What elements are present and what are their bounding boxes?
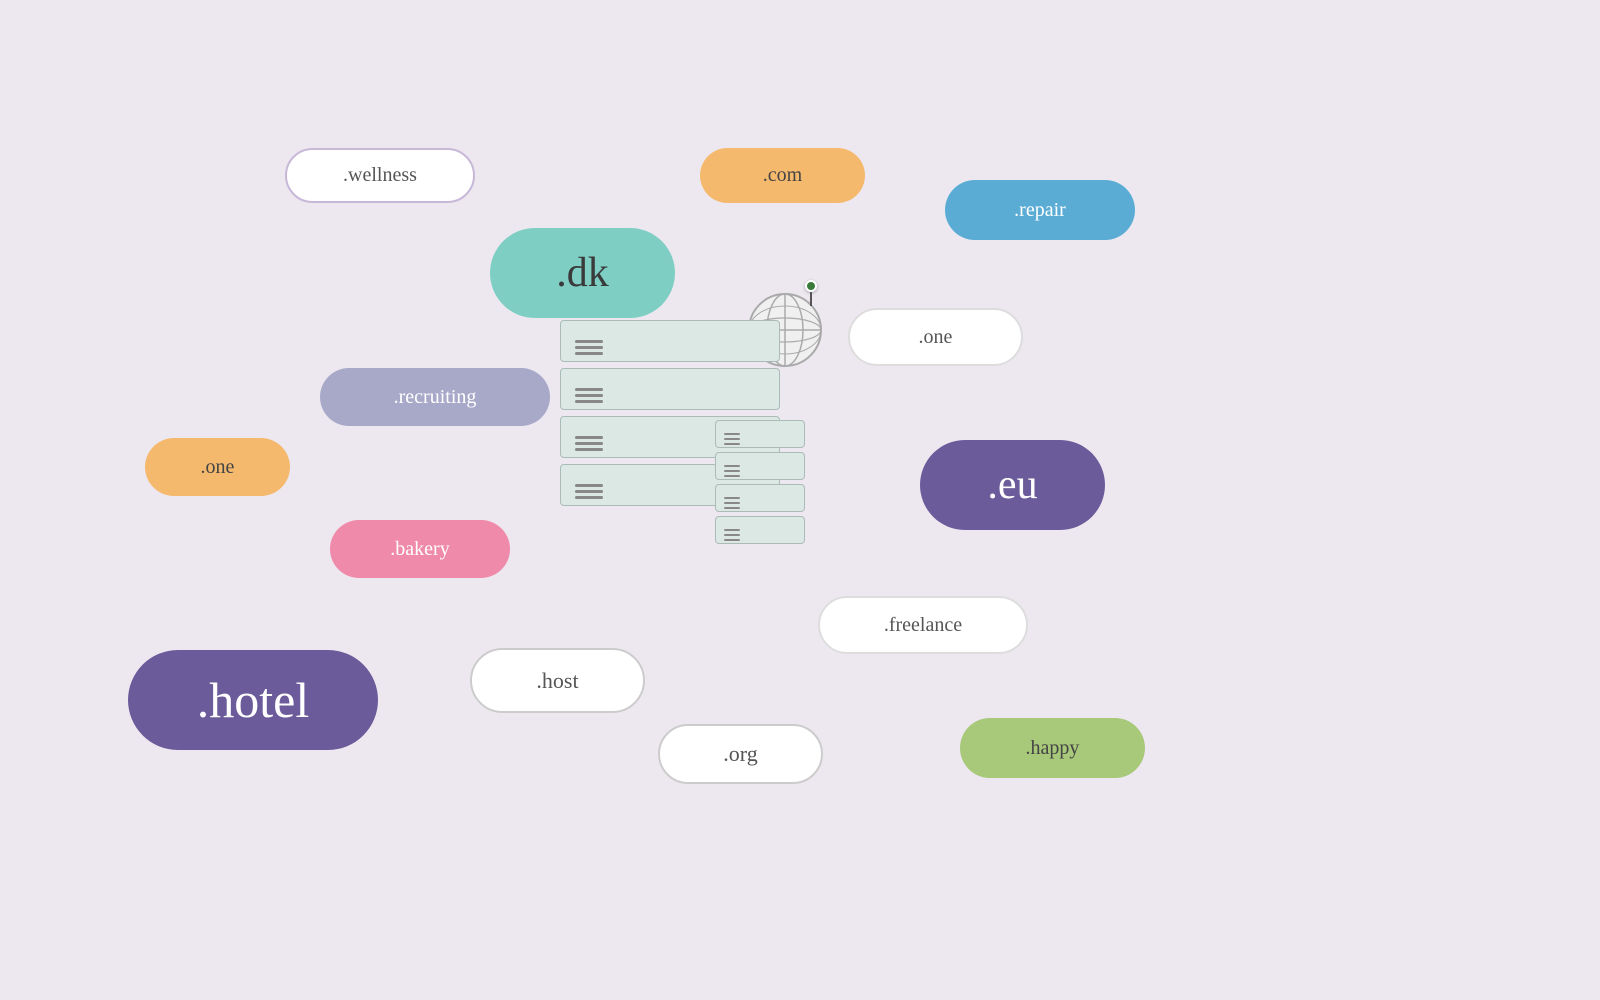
domain-label-happy: .happy: [1026, 737, 1080, 760]
domain-label-host: .host: [536, 668, 578, 694]
domain-label-wellness: .wellness: [343, 164, 417, 187]
server-small-unit-3: [715, 484, 805, 512]
domain-bubble-freelance: .freelance: [818, 596, 1028, 654]
domain-bubble-host: .host: [470, 648, 645, 713]
domain-bubble-bakery: .bakery: [330, 520, 510, 578]
domain-label-repair: .repair: [1014, 199, 1066, 222]
domain-bubble-happy: .happy: [960, 718, 1145, 778]
server-stack-small: [715, 420, 805, 548]
domain-label-recruiting: .recruiting: [394, 386, 477, 409]
domain-label-com: .com: [763, 164, 802, 187]
map-pin-icon: [805, 280, 817, 306]
domain-label-freelance: .freelance: [884, 614, 962, 637]
domain-label-one-orange: .one: [201, 456, 235, 479]
domain-label-one-white: .one: [919, 326, 953, 349]
domain-bubble-org: .org: [658, 724, 823, 784]
domain-label-org: .org: [723, 741, 757, 767]
server-small-unit-1: [715, 420, 805, 448]
server-small-unit-4: [715, 516, 805, 544]
domain-bubble-repair: .repair: [945, 180, 1135, 240]
server-illustration: [560, 320, 820, 560]
domain-bubble-com: .com: [700, 148, 865, 203]
server-small-unit-2: [715, 452, 805, 480]
domain-bubble-one-orange: .one: [145, 438, 290, 496]
domain-label-bakery: .bakery: [390, 538, 449, 561]
domain-label-eu: .eu: [987, 461, 1037, 509]
domain-bubble-recruiting: .recruiting: [320, 368, 550, 426]
domain-bubble-dk: .dk: [490, 228, 675, 318]
domain-bubble-wellness: .wellness: [285, 148, 475, 203]
server-unit-1: [560, 320, 780, 362]
domain-bubble-hotel: .hotel: [128, 650, 378, 750]
domain-label-dk: .dk: [556, 249, 609, 297]
server-unit-2: [560, 368, 780, 410]
domain-bubble-one-white: .one: [848, 308, 1023, 366]
domain-label-hotel: .hotel: [197, 671, 309, 729]
domain-bubble-eu: .eu: [920, 440, 1105, 530]
